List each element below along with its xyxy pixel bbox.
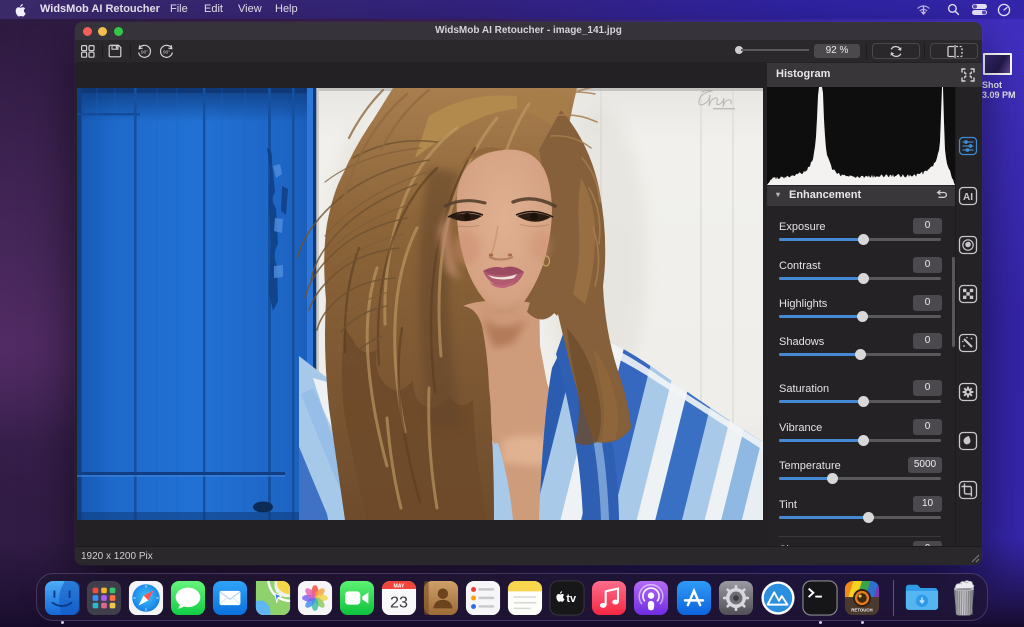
svg-text:90°: 90°	[163, 50, 170, 55]
svg-text:AI: AI	[963, 192, 973, 203]
svg-text:MAY: MAY	[393, 583, 404, 589]
svg-text:23: 23	[390, 593, 408, 611]
svg-text:RETOUCH: RETOUCH	[851, 608, 872, 613]
svg-text:90°: 90°	[141, 50, 148, 55]
svg-text:tv: tv	[567, 593, 577, 605]
